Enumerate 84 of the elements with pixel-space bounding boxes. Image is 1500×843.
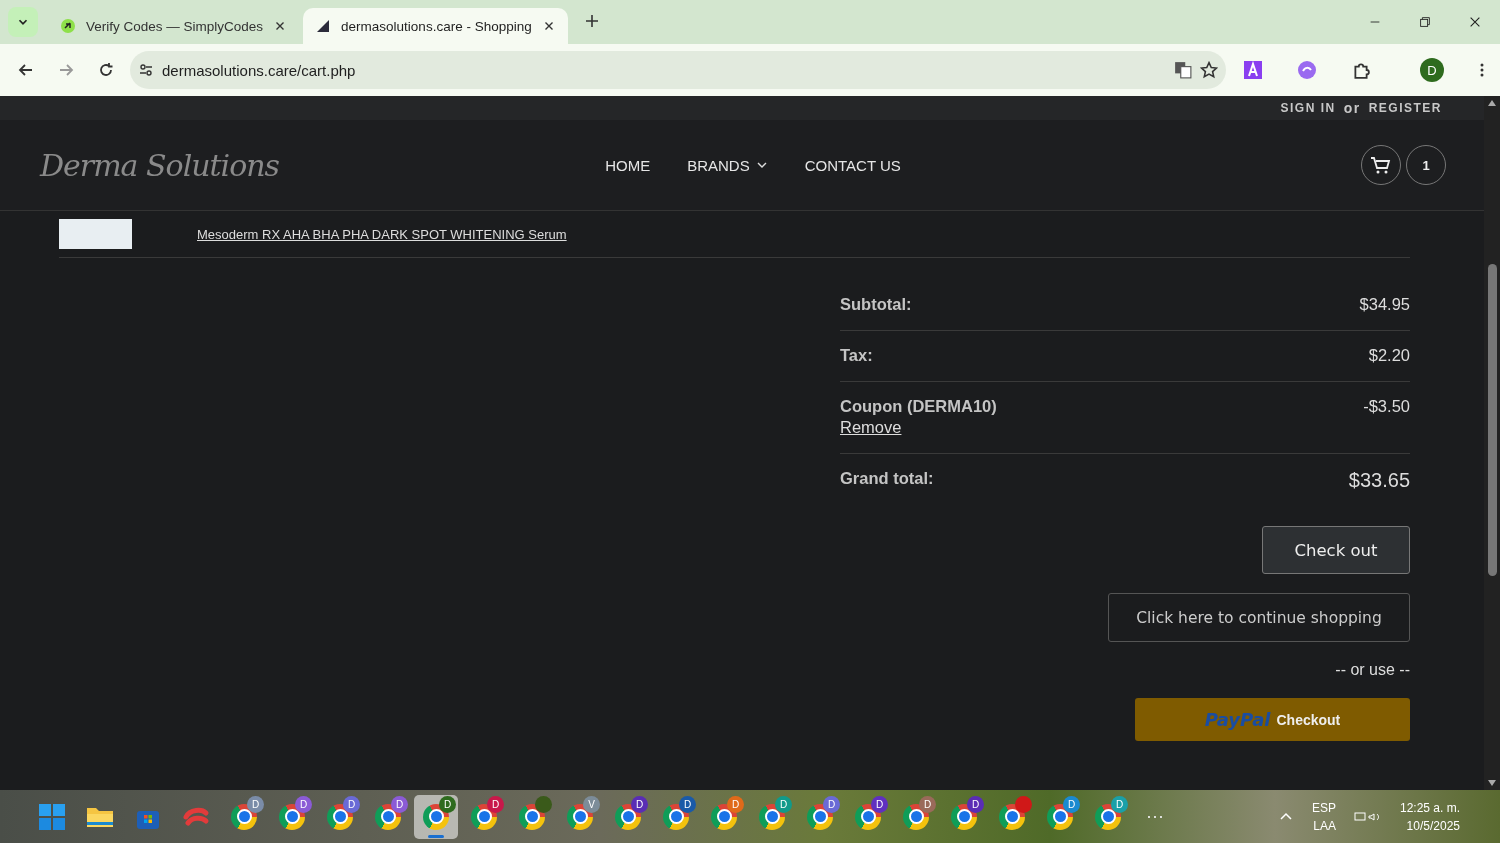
forward-arrow-icon: [58, 62, 74, 78]
taskbar-button[interactable]: D: [222, 794, 266, 839]
puzzle-piece-icon: [1352, 61, 1370, 79]
url-text: dermasolutions.care/cart.php: [162, 61, 357, 79]
profile-badge: D: [487, 795, 504, 813]
profile-badge: D: [295, 795, 312, 813]
layout-text[interactable]: LAA: [1313, 818, 1336, 833]
more-apps-text[interactable]: ···: [1146, 806, 1164, 827]
browser-tab[interactable]: Verify Codes — SimplyCodes: [48, 8, 300, 44]
coupon-value: -$3.50: [1363, 397, 1410, 416]
profile-badge: D: [1111, 795, 1128, 813]
windows-logo-icon: [38, 802, 66, 831]
taskbar-button[interactable]: D: [894, 794, 938, 839]
taskbar-button[interactable]: D: [846, 794, 890, 839]
profile-badge: D: [439, 795, 456, 813]
swirl-icon: [1298, 61, 1316, 79]
profile-avatar[interactable]: D: [1420, 58, 1444, 82]
letter-a-icon: [1244, 61, 1262, 79]
scroll-down-icon[interactable]: [1488, 780, 1496, 786]
product-link[interactable]: Mesoderm RX AHA BHA PHA DARK SPOT WHITENING Serum: [197, 226, 567, 242]
profile-badge: D: [343, 795, 360, 813]
taskbar-button[interactable]: D: [318, 794, 362, 839]
taskbar-button[interactable]: D: [270, 794, 314, 839]
taskbar-button[interactable]: D: [462, 794, 506, 839]
address-bar[interactable]: dermasolutions.care/cart.php: [130, 51, 1226, 89]
coupon-label: Coupon (DERMA10): [840, 397, 997, 416]
taskbar-button[interactable]: D: [798, 794, 842, 839]
remove-link[interactable]: Remove: [840, 418, 997, 437]
dark-logo-icon: [315, 18, 332, 34]
profile-badge: D: [919, 795, 936, 813]
restore-icon: [1418, 15, 1432, 29]
summary-value: $2.20: [1368, 346, 1410, 365]
scroll-up-icon[interactable]: [1488, 100, 1496, 106]
close-icon: [1468, 15, 1482, 29]
language-text[interactable]: ESP: [1311, 800, 1336, 815]
scrollbar[interactable]: [1484, 96, 1500, 790]
star-icon: [1200, 61, 1218, 79]
taskbar-button[interactable]: D: [1038, 794, 1082, 839]
profile-badge: D: [775, 795, 792, 813]
paypal-checkout-button[interactable]: PayPal Checkout: [1135, 698, 1410, 741]
back-arrow-icon: [18, 62, 34, 78]
check-tag-icon: [60, 18, 76, 34]
profile-badge: D: [823, 795, 840, 813]
continue-shopping-button[interactable]: Click here to continue shopping: [1108, 593, 1410, 642]
sign-in-link[interactable]: SIGN IN: [1280, 101, 1336, 115]
or-use-text: -- or use --: [1335, 661, 1410, 679]
profile-badge: D: [727, 795, 744, 813]
profile-badge: D: [1063, 795, 1080, 813]
profile-badge: D: [871, 795, 888, 813]
nav-link[interactable]: HOME: [605, 156, 651, 174]
taskbar-button[interactable]: D: [942, 794, 986, 839]
taskbar-button[interactable]: D: [750, 794, 794, 839]
profile-badge: D: [967, 795, 984, 813]
site-settings-icon: [138, 62, 154, 78]
taskbar-button[interactable]: D: [366, 794, 410, 839]
taskbar-button[interactable]: D: [606, 794, 650, 839]
summary-label: Tax:: [840, 346, 873, 365]
taskbar-button[interactable]: D: [414, 794, 458, 839]
profile-badge: D: [631, 795, 648, 813]
profile-badge: V: [583, 795, 600, 813]
site-logo[interactable]: Derma Solutions: [40, 147, 300, 183]
cart-icon: [1370, 155, 1392, 175]
clock-date[interactable]: 10/5/2025: [1406, 818, 1460, 833]
clock-time[interactable]: 12:25 a. m.: [1399, 800, 1460, 815]
summary-label: Subtotal:: [840, 295, 912, 314]
plus-icon: [583, 13, 600, 29]
or-text: or: [1343, 100, 1361, 116]
taskbar-button[interactable]: D: [702, 794, 746, 839]
profile-badge: D: [391, 795, 408, 813]
profile-badge: D: [679, 795, 696, 813]
profile-badge: D: [247, 795, 264, 813]
translate-icon: [1174, 61, 1192, 79]
taskbar-button[interactable]: D: [654, 794, 698, 839]
summary-value: $34.95: [1359, 295, 1410, 314]
taskbar-button[interactable]: V: [558, 794, 602, 839]
total-value: $33.65: [1348, 469, 1410, 492]
nav-link[interactable]: CONTACT US: [804, 156, 901, 174]
chrome-icon: [519, 803, 545, 830]
reload-icon: [98, 62, 114, 78]
checkout-button[interactable]: Check out: [1262, 526, 1410, 574]
nav-link[interactable]: BRANDS: [687, 156, 768, 174]
total-label: Grand total:: [840, 469, 934, 488]
browser-tab[interactable]: dermasolutions.care - Shopping: [303, 8, 568, 44]
register-link[interactable]: REGISTER: [1368, 101, 1442, 115]
